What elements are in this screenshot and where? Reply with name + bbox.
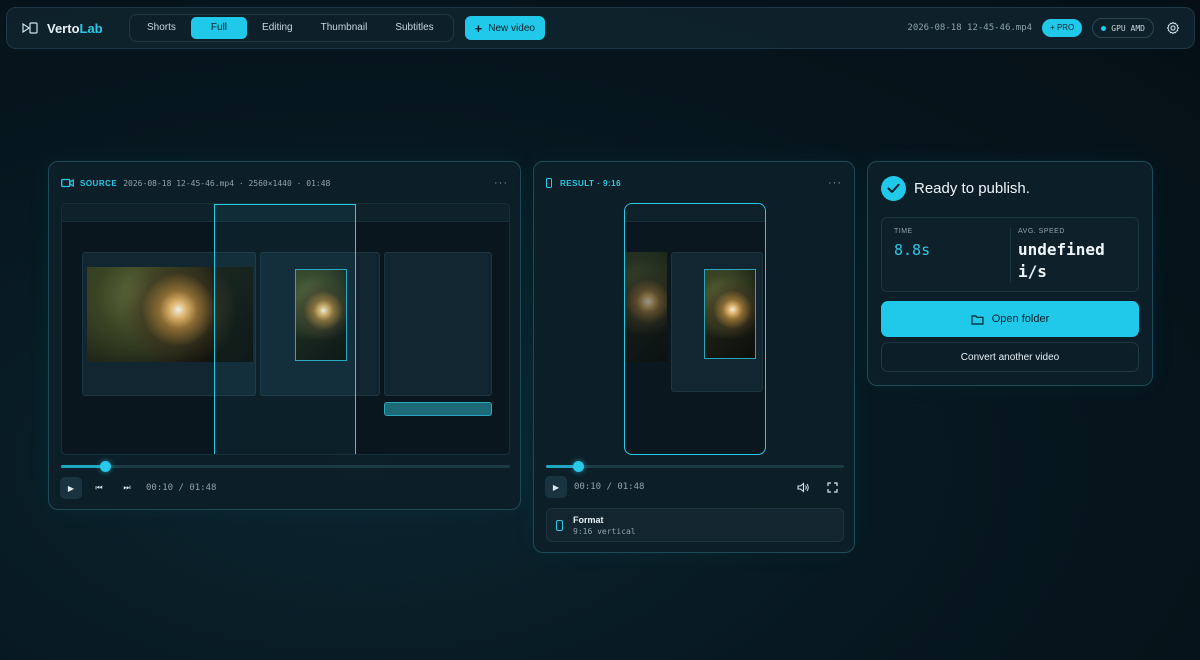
preview-mini-settings-card [384,252,492,396]
stat-time: TIME 8.8s [894,228,930,261]
mode-tabs: Shorts Full Editing Thumbnail Subtitles [129,14,454,42]
gpu-label: GPU AMD [1111,23,1145,33]
result-panel: RESULT · 9:16 ··· ▶ 00:10 / 01:48 Format [533,161,855,553]
new-video-button[interactable]: + New video [464,16,545,40]
play-button[interactable]: ▶ [60,477,82,499]
pro-badge[interactable]: + PRO [1042,19,1083,37]
source-seek-bar[interactable] [61,461,510,472]
video-camera-icon [61,178,74,188]
crop-frame[interactable] [214,204,356,454]
tab-full[interactable]: Full [190,17,248,39]
open-folder-button[interactable]: Open folder [881,301,1139,337]
tab-shorts[interactable]: Shorts [134,17,189,39]
preview-mini-result-card [671,252,763,392]
check-icon [881,176,906,201]
result-preview[interactable] [546,203,844,455]
gpu-status-dot [1101,25,1107,31]
result-timecode: 00:10 / 01:48 [574,482,645,492]
volume-button[interactable] [792,476,814,498]
speed-value: undefined i/s [1018,240,1105,281]
source-timecode: 00:10 / 01:48 [146,483,217,493]
skip-back-button[interactable]: ⏮ [88,477,110,499]
more-options-icon[interactable]: ··· [494,177,508,189]
source-preview[interactable] [61,203,510,455]
play-button[interactable]: ▶ [545,476,567,498]
convert-another-button[interactable]: Convert another video [881,342,1139,372]
open-folder-label: Open folder [991,313,1050,325]
preview-mini-toolbar [625,204,765,222]
phone-icon [546,178,552,188]
vertical-result-frame [624,203,766,455]
source-seek-knob[interactable] [100,461,112,472]
format-subtitle: 9:16 vertical [573,527,636,536]
source-panel: SOURCE 2026-08-18 12-45-46.mp4 · 2560×14… [48,161,521,510]
convert-another-label: Convert another video [960,351,1060,363]
result-title: RESULT · 9:16 [560,178,622,188]
source-seek-fill [61,465,106,468]
brand[interactable]: VertoLab [22,20,122,36]
ready-title: Ready to publish. [914,180,1030,197]
stat-divider [1010,228,1011,283]
format-title: Format [573,515,604,525]
speed-label: AVG. SPEED [1018,228,1065,235]
time-value: 8.8s [894,241,931,259]
more-options-icon[interactable]: ··· [828,177,842,189]
play-icon: ▶ [552,482,560,492]
fullscreen-icon [826,481,838,493]
tab-editing[interactable]: Editing [249,17,306,39]
current-file-name: 2026-08-18 12-45-46.mp4 [907,23,1033,33]
preview-mini-convert-button [384,402,492,416]
skip-forward-button[interactable]: ⏭ [116,477,138,499]
gpu-badge: GPU AMD [1092,18,1154,38]
brand-name: VertoLab [47,20,103,36]
play-icon: ▶ [67,483,75,493]
skip-forward-icon: ⏭ [123,483,131,492]
format-info: Format 9:16 vertical [546,508,844,542]
preview-left-crop [625,252,667,362]
folder-icon [971,314,984,325]
new-video-label: New video [488,22,535,34]
plus-icon: + [474,20,483,36]
gear-icon[interactable] [1166,21,1180,35]
stat-speed: AVG. SPEED undefined i/s [1018,228,1133,283]
skip-back-icon: ⏮ [95,483,103,492]
result-seek-knob[interactable] [573,461,585,472]
fullscreen-button[interactable] [821,476,843,498]
volume-icon [796,481,809,493]
stats-box: TIME 8.8s AVG. SPEED undefined i/s [881,217,1139,292]
ready-panel: Ready to publish. TIME 8.8s AVG. SPEED u… [867,161,1153,386]
tab-subtitles[interactable]: Subtitles [382,17,446,39]
result-seek-bar[interactable] [546,461,844,472]
logo-icon [22,22,38,34]
source-meta: 2026-08-18 12-45-46.mp4 · 2560×1440 · 01… [123,178,331,188]
top-bar: VertoLab Shorts Full Editing Thumbnail S… [6,7,1195,49]
tab-thumbnail[interactable]: Thumbnail [308,17,381,39]
phone-icon [556,520,563,531]
time-label: TIME [894,228,913,235]
source-title: SOURCE [80,178,118,188]
